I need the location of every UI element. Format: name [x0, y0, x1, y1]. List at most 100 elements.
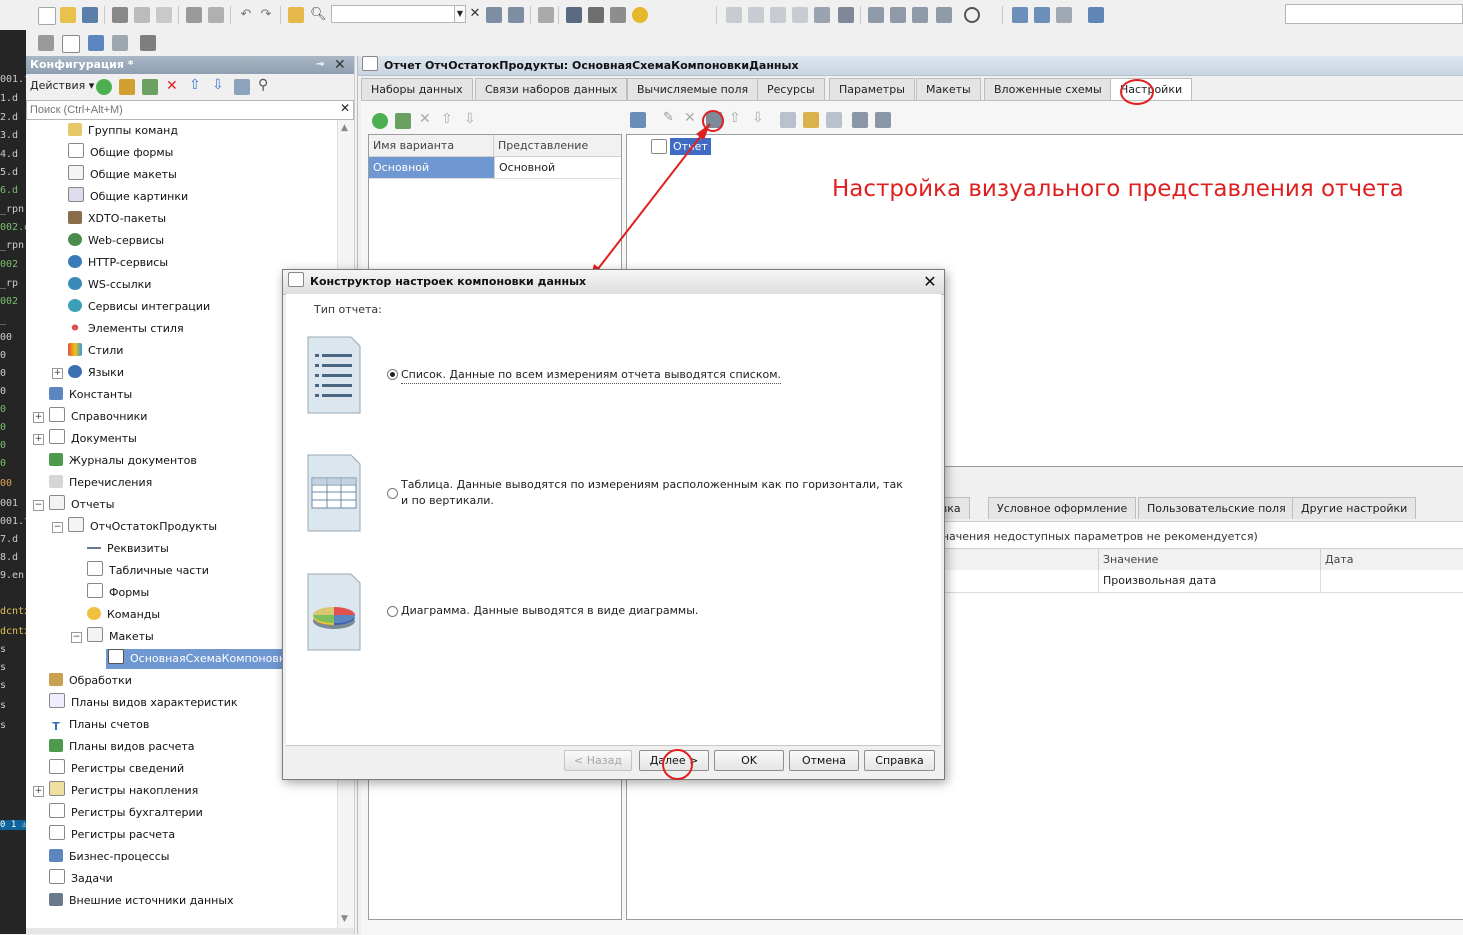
tree-item-http-services[interactable]: HTTP-сервисы	[68, 253, 168, 273]
tree-item-web-services[interactable]: Web-сервисы	[68, 231, 164, 251]
tree-item-commands[interactable]: Команды	[87, 605, 160, 625]
expand-icon[interactable]: +	[52, 368, 63, 379]
close-icon[interactable]: ✕	[334, 56, 346, 74]
search-dropdown-button[interactable]: ▼	[455, 5, 466, 23]
expand-icon[interactable]: +	[33, 786, 44, 797]
tree-item-catalogs[interactable]: Справочники	[49, 407, 147, 427]
syntax-icon[interactable]	[610, 7, 626, 23]
tab-other-settings[interactable]: Другие настройки	[1292, 497, 1417, 519]
goto-icon[interactable]	[288, 7, 304, 23]
info-icon[interactable]	[632, 7, 648, 23]
tab-datasets[interactable]: Наборы данных	[361, 78, 473, 100]
undo-icon[interactable]: ↶	[238, 7, 254, 23]
extensions-icon[interactable]	[1088, 7, 1104, 23]
run-to-cursor-icon[interactable]	[792, 7, 808, 23]
tree-item-command-groups[interactable]: Группы команд	[68, 121, 178, 141]
paste-icon[interactable]	[156, 7, 172, 23]
tab-parameters[interactable]: Параметры	[829, 78, 915, 100]
tree-item-common-forms[interactable]: Общие формы	[68, 143, 173, 163]
tree-item-common-pictures[interactable]: Общие картинки	[68, 187, 188, 207]
tree-item-integration[interactable]: Сервисы интеграции	[68, 297, 210, 317]
move-down-icon[interactable]: ⇩	[212, 77, 224, 93]
copy-object-icon[interactable]	[142, 79, 158, 95]
global-search-input[interactable]	[1285, 4, 1463, 24]
tree-item-business-processes[interactable]: Бизнес-процессы	[49, 847, 169, 867]
tree-item-templates[interactable]: Макеты	[87, 627, 154, 647]
pin-icon[interactable]: ⊸	[316, 56, 324, 74]
tree-item-tabular-sections[interactable]: Табличные части	[87, 561, 209, 581]
add-icon[interactable]	[372, 113, 388, 129]
merge-icon[interactable]	[1034, 7, 1050, 23]
expand-icon[interactable]: +	[33, 434, 44, 445]
collapse-icon[interactable]: −	[71, 632, 82, 643]
structure-action-icon[interactable]	[803, 112, 819, 128]
run-icon[interactable]	[140, 35, 156, 51]
window-icon[interactable]	[538, 7, 554, 23]
tree-item-chart-characteristics[interactable]: Планы видов характеристик	[49, 693, 238, 713]
tree-item-documents[interactable]: Документы	[49, 429, 137, 449]
redo-icon[interactable]: ↷	[258, 7, 274, 23]
config-search-input[interactable]	[26, 100, 354, 120]
column-header[interactable]: Значение	[1098, 549, 1323, 571]
structure-action-icon[interactable]	[780, 112, 796, 128]
delete-icon[interactable]: ✕	[419, 111, 431, 127]
tab-nested-schemas[interactable]: Вложенные схемы	[984, 78, 1112, 100]
structure-action-icon[interactable]	[875, 112, 891, 128]
copy-object-icon[interactable]	[395, 113, 411, 129]
table-cell[interactable]: Произвольная дата	[1098, 570, 1323, 592]
config-icon[interactable]	[38, 35, 54, 51]
tree-item-info-registers[interactable]: Регистры сведений	[49, 759, 184, 779]
tree-item-xdto[interactable]: XDTO-пакеты	[68, 209, 166, 229]
eval-icon[interactable]	[936, 7, 952, 23]
search-clear-icon[interactable]: ✕	[340, 101, 350, 115]
move-up-icon[interactable]: ⇧	[189, 77, 201, 93]
tab-conditional-appearance[interactable]: Условное оформление	[988, 497, 1137, 519]
timer-icon[interactable]	[964, 7, 980, 23]
locals-icon[interactable]	[890, 7, 906, 23]
delete-icon[interactable]: ✕	[166, 78, 178, 94]
watch-icon[interactable]	[868, 7, 884, 23]
step-over-icon[interactable]	[748, 7, 764, 23]
compare-icon[interactable]	[1012, 7, 1028, 23]
config-open-icon[interactable]	[62, 35, 80, 53]
tree-item-processors[interactable]: Обработки	[49, 671, 132, 691]
save-icon[interactable]	[82, 7, 98, 23]
repository-icon[interactable]	[1056, 7, 1072, 23]
move-down-icon[interactable]: ⇩	[752, 110, 764, 126]
call-stack-icon[interactable]	[912, 7, 928, 23]
sort-icon[interactable]	[234, 79, 250, 95]
continue-icon[interactable]	[838, 7, 854, 23]
find-prev-icon[interactable]	[508, 7, 524, 23]
step-into-icon[interactable]	[726, 7, 742, 23]
tree-item-styles[interactable]: Стили	[68, 341, 123, 361]
database-icon[interactable]	[88, 35, 104, 51]
table-type-radio[interactable]	[387, 488, 398, 499]
cancel-button[interactable]: Отмена	[789, 750, 859, 771]
tab-templates[interactable]: Макеты	[916, 78, 981, 100]
search-input[interactable]	[331, 5, 455, 23]
tree-item-attributes[interactable]: Реквизиты	[87, 539, 169, 559]
find-next-icon[interactable]	[486, 7, 502, 23]
step-out-icon[interactable]	[770, 7, 786, 23]
structure-action-icon[interactable]	[826, 112, 842, 128]
debug-icon[interactable]	[566, 7, 582, 23]
tab-calculated-fields[interactable]: Вычисляемые поля	[627, 78, 759, 100]
open-folder-icon[interactable]	[60, 7, 76, 23]
add-icon[interactable]	[96, 79, 112, 95]
tree-item-languages[interactable]: Языки	[68, 363, 124, 383]
close-icon[interactable]: ✕	[922, 274, 938, 290]
tree-item-external-sources[interactable]: Внешние источники данных	[49, 891, 234, 911]
expand-icon[interactable]: +	[33, 412, 44, 423]
copy-icon[interactable]	[134, 7, 150, 23]
search-clear-icon[interactable]: ✕	[468, 6, 482, 22]
print-icon[interactable]	[186, 7, 202, 23]
tree-item-enums[interactable]: Перечисления	[49, 473, 152, 493]
tree-item-style-elements[interactable]: Элементы стиля	[68, 319, 184, 339]
scroll-down-icon[interactable]: ▼	[341, 914, 348, 924]
tree-item-doc-journals[interactable]: Журналы документов	[49, 451, 197, 471]
tree-item-tasks[interactable]: Задачи	[49, 869, 113, 889]
scroll-up-icon[interactable]: ▲	[341, 123, 348, 133]
filter-icon[interactable]: ⚲	[258, 77, 268, 93]
breakpoint-icon[interactable]	[814, 7, 830, 23]
tree-item-calc-registers[interactable]: Регистры расчета	[49, 825, 175, 845]
